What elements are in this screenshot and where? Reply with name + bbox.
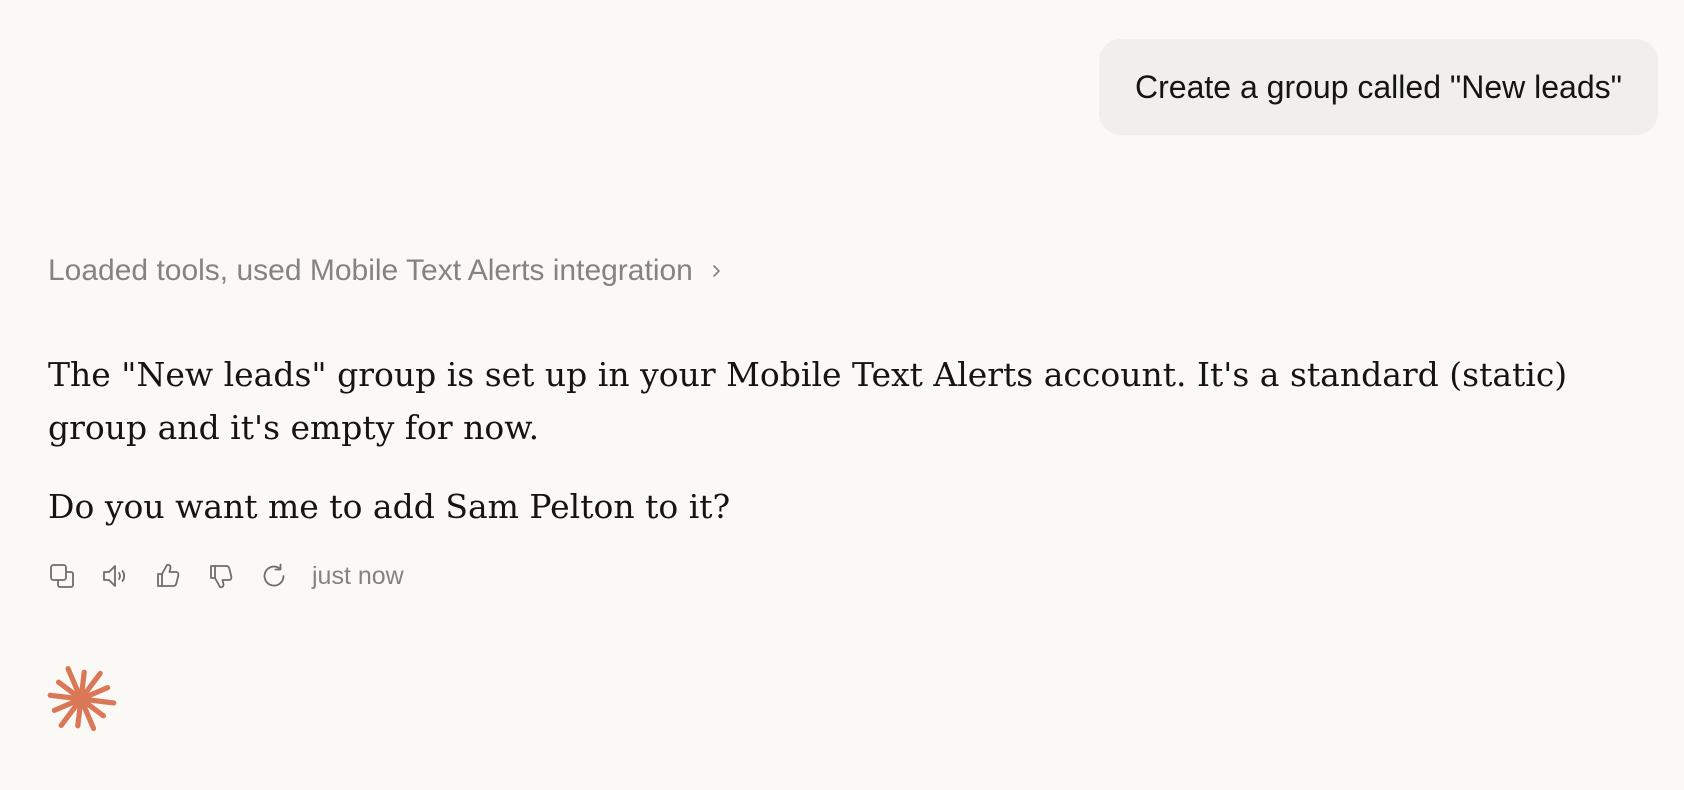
message-actions: just now [46, 560, 404, 592]
copy-icon [50, 564, 74, 588]
tool-summary-toggle[interactable]: Loaded tools, used Mobile Text Alerts in… [48, 254, 725, 288]
chevron-right-icon [707, 262, 725, 280]
thumbs-down-button[interactable] [205, 560, 237, 592]
user-message-bubble: Create a group called "New leads" [1099, 39, 1658, 135]
message-timestamp: just now [312, 561, 404, 590]
thumbs-down-icon [210, 565, 233, 589]
tool-summary-text: Loaded tools, used Mobile Text Alerts in… [48, 254, 693, 287]
assistant-paragraph: Do you want me to add Sam Pelton to it? [48, 487, 731, 526]
thumbs-up-button[interactable] [152, 560, 184, 592]
speaker-icon [103, 565, 126, 587]
retry-icon [263, 563, 285, 587]
retry-button[interactable] [258, 560, 290, 592]
read-aloud-button[interactable] [99, 560, 131, 592]
assistant-message: The "New leads" group is set up in your … [48, 348, 1568, 533]
copy-button[interactable] [46, 560, 78, 592]
assistant-paragraph: The "New leads" group is set up in your … [48, 355, 1568, 447]
claude-spark-logo [47, 666, 117, 732]
user-message-text: Create a group called "New leads" [1135, 68, 1622, 105]
thumbs-up-icon [157, 563, 180, 587]
